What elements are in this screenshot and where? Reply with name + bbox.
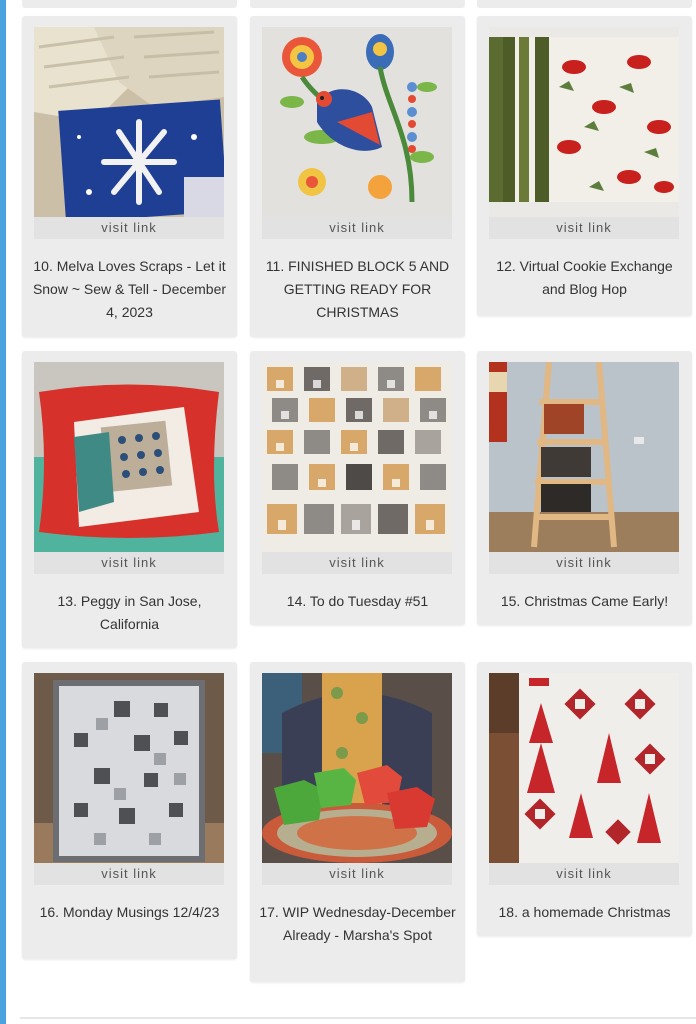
card-thumbnail[interactable] (34, 362, 224, 552)
link-card[interactable]: visit link 14. To do Tuesday #51 (250, 351, 465, 625)
visit-link-button[interactable]: visit link (34, 552, 224, 574)
previous-card-bottom (22, 0, 237, 8)
visit-link-button[interactable]: visit link (489, 863, 679, 885)
visit-link-button[interactable]: visit link (34, 217, 224, 239)
previous-card-bottom (477, 0, 692, 8)
link-card[interactable]: visit link 10. Melva Loves Scraps - Let … (22, 16, 237, 337)
card-title-link[interactable]: 12. Virtual Cookie Exchange and Blog Hop (485, 255, 684, 301)
card-title-link[interactable]: 11. FINISHED BLOCK 5 AND GETTING READY F… (258, 255, 457, 324)
link-card[interactable]: visit link 12. Virtual Cookie Exchange a… (477, 16, 692, 316)
card-thumbnail[interactable] (262, 362, 452, 552)
visit-link-button[interactable]: visit link (34, 863, 224, 885)
card-title-link[interactable]: 18. a homemade Christmas (485, 901, 684, 924)
visit-link-button[interactable]: visit link (262, 863, 452, 885)
visit-link-button[interactable]: visit link (489, 217, 679, 239)
link-card[interactable]: visit link 16. Monday Musings 12/4/23 (22, 662, 237, 959)
card-thumbnail[interactable] (262, 27, 452, 217)
card-title-link[interactable]: 13. Peggy in San Jose, California (30, 590, 229, 636)
link-card[interactable]: visit link 13. Peggy in San Jose, Califo… (22, 351, 237, 648)
card-thumbnail[interactable] (489, 27, 679, 217)
previous-card-bottom (250, 0, 465, 8)
visit-link-button[interactable]: visit link (262, 217, 452, 239)
card-thumbnail[interactable] (262, 673, 452, 863)
card-thumbnail[interactable] (34, 27, 224, 217)
footer-divider (20, 1017, 696, 1019)
card-title-link[interactable]: 14. To do Tuesday #51 (258, 590, 457, 613)
left-accent-rail (0, 0, 6, 1024)
card-thumbnail[interactable] (34, 673, 224, 863)
visit-link-button[interactable]: visit link (262, 552, 452, 574)
card-title-link[interactable]: 17. WIP Wednesday-December Already - Mar… (258, 901, 457, 947)
card-thumbnail[interactable] (489, 362, 679, 552)
card-thumbnail[interactable] (489, 673, 679, 863)
visit-link-button[interactable]: visit link (489, 552, 679, 574)
link-card[interactable]: visit link 15. Christmas Came Early! (477, 351, 692, 625)
card-title-link[interactable]: 10. Melva Loves Scraps - Let it Snow ~ S… (30, 255, 229, 324)
card-title-link[interactable]: 16. Monday Musings 12/4/23 (30, 901, 229, 924)
card-title-link[interactable]: 15. Christmas Came Early! (485, 590, 684, 613)
link-card[interactable]: visit link 18. a homemade Christmas (477, 662, 692, 936)
link-card[interactable]: visit link 11. FINISHED BLOCK 5 AND GETT… (250, 16, 465, 337)
link-card[interactable]: visit link 17. WIP Wednesday-December Al… (250, 662, 465, 982)
